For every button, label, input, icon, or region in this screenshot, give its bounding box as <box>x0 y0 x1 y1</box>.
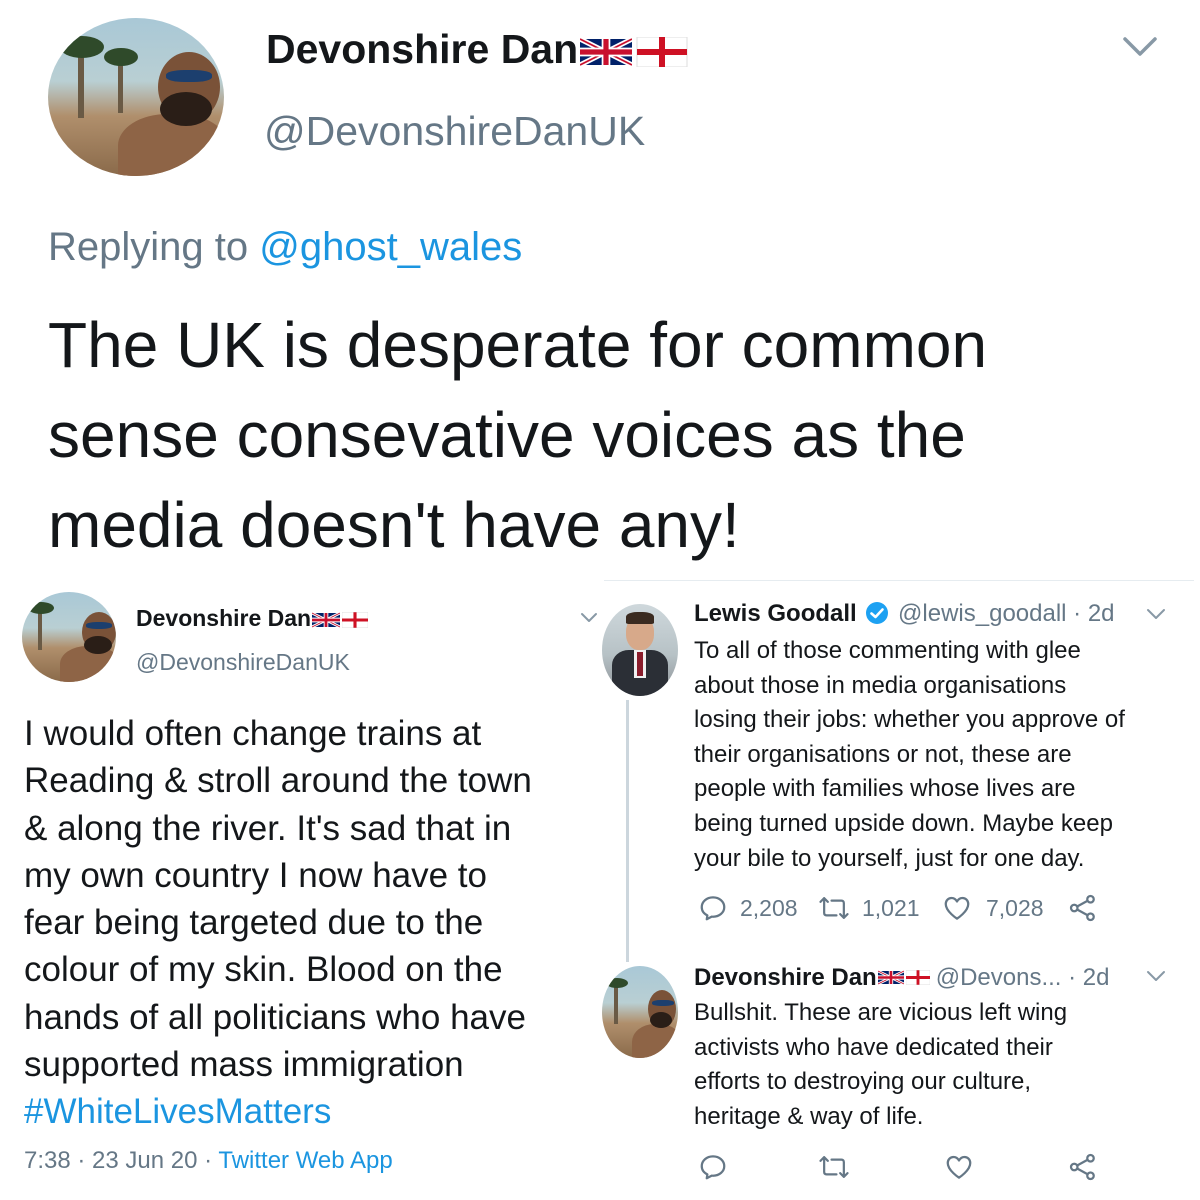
dan-reply-line: activists who have dedicated their <box>694 1033 1053 1061</box>
timestamp[interactable]: 7:38 · 23 Jun 20 · <box>24 1147 218 1174</box>
chevron-down-icon[interactable] <box>1146 608 1166 621</box>
reply-icon <box>700 1155 726 1180</box>
lewis-tweet-line: To all of those commenting with glee <box>694 637 1081 664</box>
lewis-tweet-line: people with families whose lives are <box>694 775 1076 803</box>
main-display-name[interactable]: Devonshire Dan <box>266 24 688 74</box>
hashtag-link[interactable]: #WhiteLivesMatters <box>24 1088 532 1135</box>
share-button[interactable] <box>1068 893 1098 923</box>
lewis-tweet-line: about those in media organisations <box>694 671 1067 699</box>
share-button[interactable] <box>1068 1152 1098 1182</box>
main-tweet-text: The UK is desperate for common sense con… <box>48 300 987 570</box>
left-display-name[interactable]: Devonshire Dan <box>136 604 369 632</box>
reply-button[interactable]: 2,208 <box>698 893 798 923</box>
reply-button[interactable] <box>698 1152 728 1182</box>
thread-connector-line <box>626 700 629 962</box>
replying-to: Replying to @ghost_wales <box>48 222 522 272</box>
main-tweet-line: The UK is desperate for common <box>48 309 988 381</box>
left-tweet-meta: 7:38 · 23 Jun 20 · Twitter Web App <box>24 1146 393 1176</box>
left-handle[interactable]: @DevonshireDanUK <box>136 648 350 676</box>
left-tweet-text: I would often change trains at Reading &… <box>24 710 532 1136</box>
left-tweet-line: Reading & stroll around the town <box>24 761 532 801</box>
england-flag-icon <box>342 611 369 628</box>
like-icon <box>944 896 970 920</box>
england-flag-icon <box>905 969 930 985</box>
retweet-icon <box>819 1156 849 1178</box>
retweet-button[interactable]: 1,021 <box>818 893 920 923</box>
share-icon <box>1069 894 1095 922</box>
like-button[interactable] <box>944 1152 974 1182</box>
lewis-tweet-line: their organisations or not, these are <box>694 740 1072 768</box>
avatar-left[interactable] <box>22 592 116 682</box>
england-flag-icon <box>636 37 688 68</box>
dan-reply-display-name[interactable]: Devonshire Dan <box>694 964 877 991</box>
left-tweet-line: my own country I now have to <box>24 855 487 895</box>
left-tweet-line: & along the river. It's sad that in <box>24 808 512 848</box>
source-app-link[interactable]: Twitter Web App <box>218 1147 392 1174</box>
dan-reply-line: heritage & way of life. <box>694 1102 924 1130</box>
lewis-tweet-line: your bile to yourself, just for one day. <box>694 844 1085 872</box>
lewis-handle-time[interactable]: @lewis_goodall · 2d <box>898 600 1114 627</box>
lewis-header: Lewis Goodall @lewis_goodall · 2d <box>694 600 1115 628</box>
retweet-icon <box>819 897 849 919</box>
reply-icon <box>700 896 726 921</box>
main-tweet-line: media doesn't have any! <box>48 489 740 561</box>
dan-reply-header: Devonshire Dan @Devons... · 2d <box>694 964 1109 992</box>
main-handle[interactable]: @DevonshireDanUK <box>264 106 645 156</box>
chevron-down-icon[interactable] <box>580 612 598 624</box>
avatar-main[interactable] <box>48 18 224 176</box>
retweet-count: 1,021 <box>862 894 920 921</box>
like-button[interactable]: 7,028 <box>942 893 1044 923</box>
retweet-button[interactable] <box>818 1152 850 1182</box>
left-tweet-line: supported mass immigration <box>24 1045 464 1085</box>
share-icon <box>1069 1153 1095 1181</box>
left-tweet-line: fear being targeted due to the <box>24 903 484 943</box>
left-tweet-line: colour of my skin. Blood on the <box>24 950 503 990</box>
uk-flag-icon <box>312 611 341 628</box>
verified-badge-icon <box>866 602 889 625</box>
uk-flag-icon <box>877 969 904 985</box>
dan-reply-handle-time[interactable]: @Devons... · 2d <box>936 964 1110 991</box>
avatar-lewis-goodall[interactable] <box>602 604 678 696</box>
chevron-down-icon[interactable] <box>1146 970 1166 983</box>
lewis-tweet-line: being turned upside down. Maybe keep <box>694 809 1113 837</box>
reply-count: 2,208 <box>740 894 798 921</box>
main-tweet-line: sense consevative voices as the <box>48 399 966 471</box>
dan-reply-line: Bullshit. These are vicious left wing <box>694 999 1068 1026</box>
avatar-dan-reply[interactable] <box>602 966 678 1058</box>
left-display-name-text[interactable]: Devonshire Dan <box>136 605 311 631</box>
dan-reply-line: efforts to destroying our culture, <box>694 1068 1032 1096</box>
thread-top-divider <box>604 580 1194 581</box>
uk-flag-icon <box>580 37 633 68</box>
dan-reply-text: Bullshit. These are vicious left wing ac… <box>694 996 1067 1134</box>
left-tweet-line: hands of all politicians who have <box>24 997 526 1037</box>
replying-to-link[interactable]: @ghost_wales <box>259 225 522 269</box>
chevron-down-icon[interactable] <box>1122 36 1158 58</box>
like-count: 7,028 <box>986 894 1044 921</box>
main-display-name-text[interactable]: Devonshire Dan <box>266 26 578 72</box>
lewis-tweet-text: To all of those commenting with glee abo… <box>694 634 1125 876</box>
lewis-tweet-line: losing their jobs: whether you approve o… <box>694 706 1125 734</box>
lewis-display-name[interactable]: Lewis Goodall <box>694 600 857 627</box>
like-icon <box>946 1155 972 1179</box>
left-tweet-line: I would often change trains at <box>24 714 482 753</box>
replying-prefix: Replying to <box>48 225 260 269</box>
